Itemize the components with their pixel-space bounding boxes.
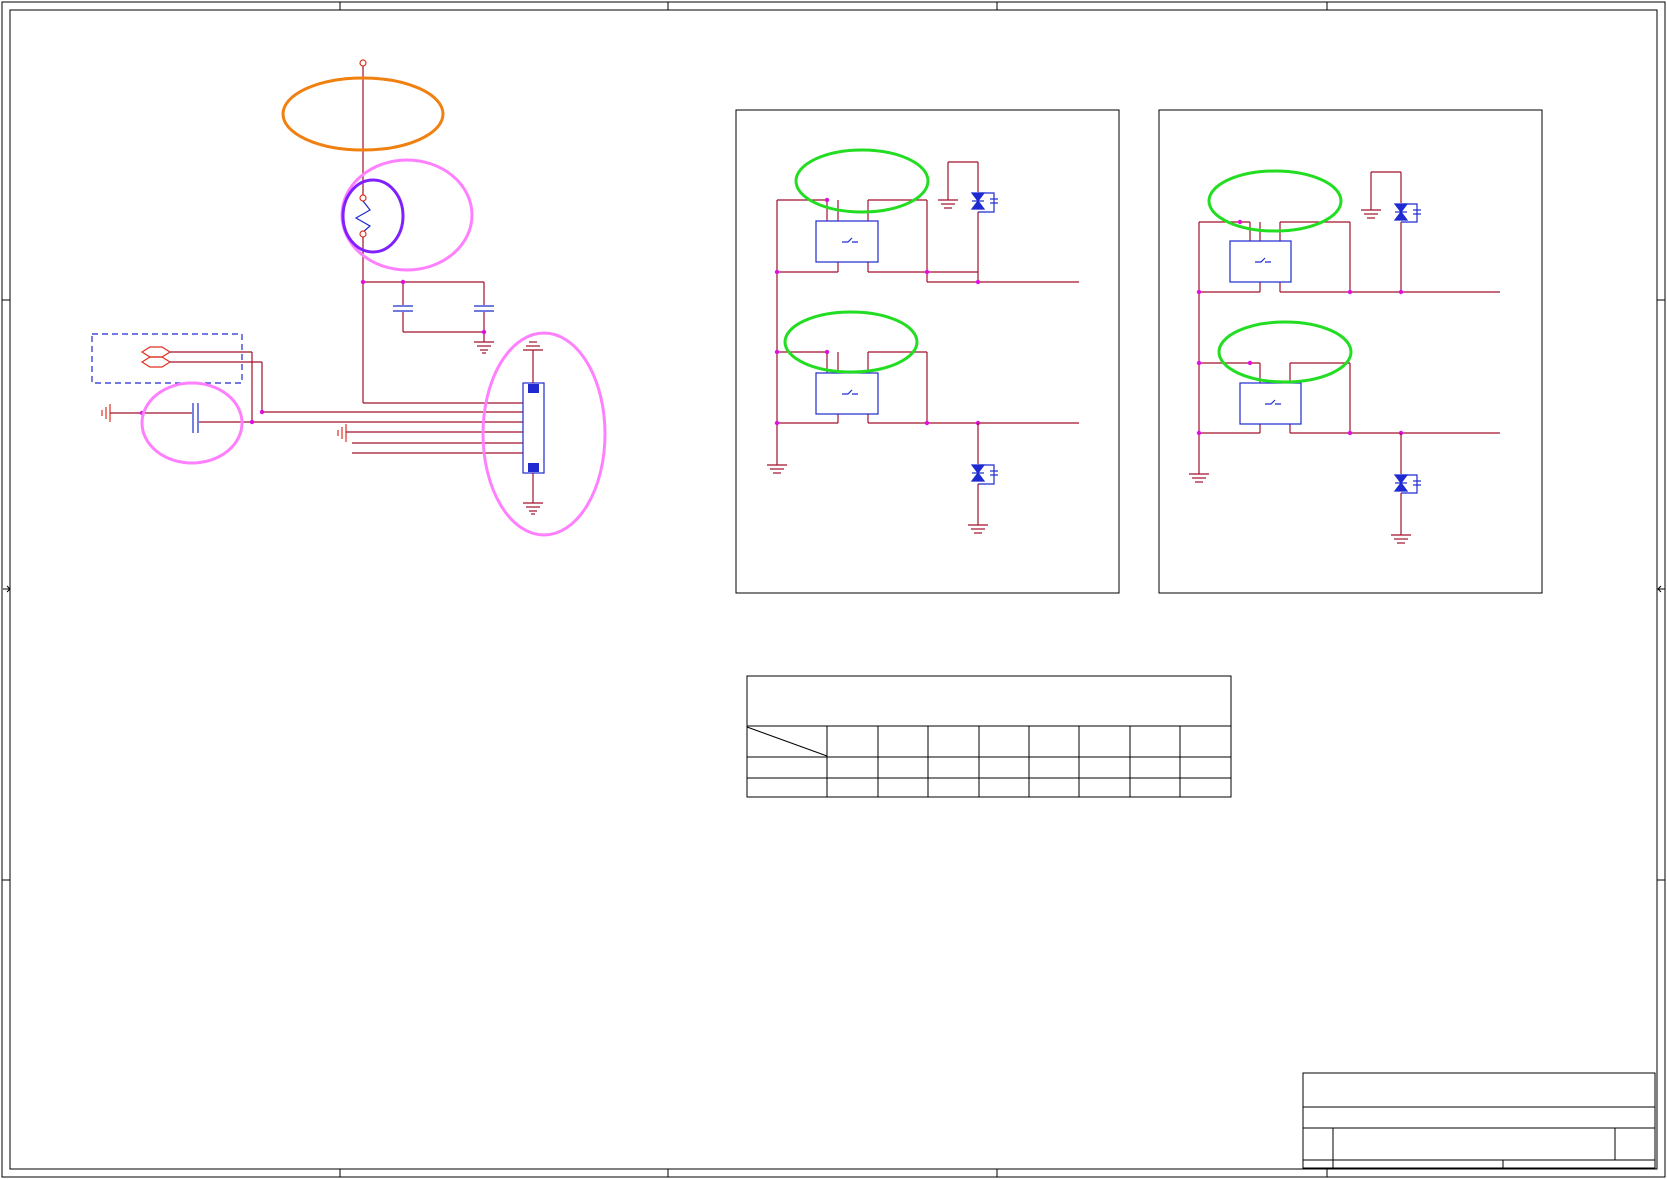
table-diagonal-header	[746, 726, 828, 757]
ground-symbol-icon	[337, 424, 347, 442]
ground-symbol-icon	[938, 199, 958, 209]
antenna-icon	[140, 346, 172, 368]
relay-panel-2	[1158, 109, 1543, 594]
ground-symbol-icon	[1361, 209, 1381, 219]
ground-symbol-icon	[523, 341, 543, 351]
highlight-ellipse-green	[783, 310, 919, 374]
power-input-circuit	[91, 59, 545, 515]
title-block	[1302, 1072, 1656, 1169]
highlight-ellipse-green	[1207, 169, 1343, 233]
tvs-diode-icon	[970, 192, 998, 213]
connector-icon	[522, 382, 545, 474]
ground-symbol-icon	[474, 341, 494, 354]
tvs-diode-icon	[1393, 203, 1421, 223]
capacitor-icon	[192, 403, 199, 433]
drawing-frame	[1, 1, 1666, 1178]
ground-symbol-icon	[1189, 473, 1209, 483]
ground-symbol-icon	[767, 464, 787, 474]
relay-switch-icon	[815, 372, 879, 415]
capacitor-icon	[474, 305, 494, 312]
ground-symbol-icon	[523, 502, 543, 515]
parameter-table	[746, 675, 1232, 798]
highlight-ellipse-green	[1217, 320, 1353, 384]
ground-symbol-icon	[968, 524, 988, 534]
capacitor-icon	[393, 305, 413, 312]
highlight-ellipse-pink	[140, 381, 244, 465]
relay-panel-1	[735, 109, 1120, 594]
tvs-diode-icon	[1393, 474, 1421, 494]
fuse-icon	[354, 194, 372, 238]
schematic-sheet	[1, 1, 1666, 1178]
ground-symbol-icon	[101, 404, 111, 422]
relay-switch-icon	[1239, 382, 1302, 425]
relay-switch-icon	[815, 220, 879, 263]
highlight-ellipse-green	[794, 148, 930, 214]
relay-switch-icon	[1229, 240, 1292, 283]
highlight-ellipse-purple	[341, 178, 405, 254]
ground-symbol-icon	[1391, 534, 1411, 544]
tvs-diode-icon	[970, 464, 998, 485]
